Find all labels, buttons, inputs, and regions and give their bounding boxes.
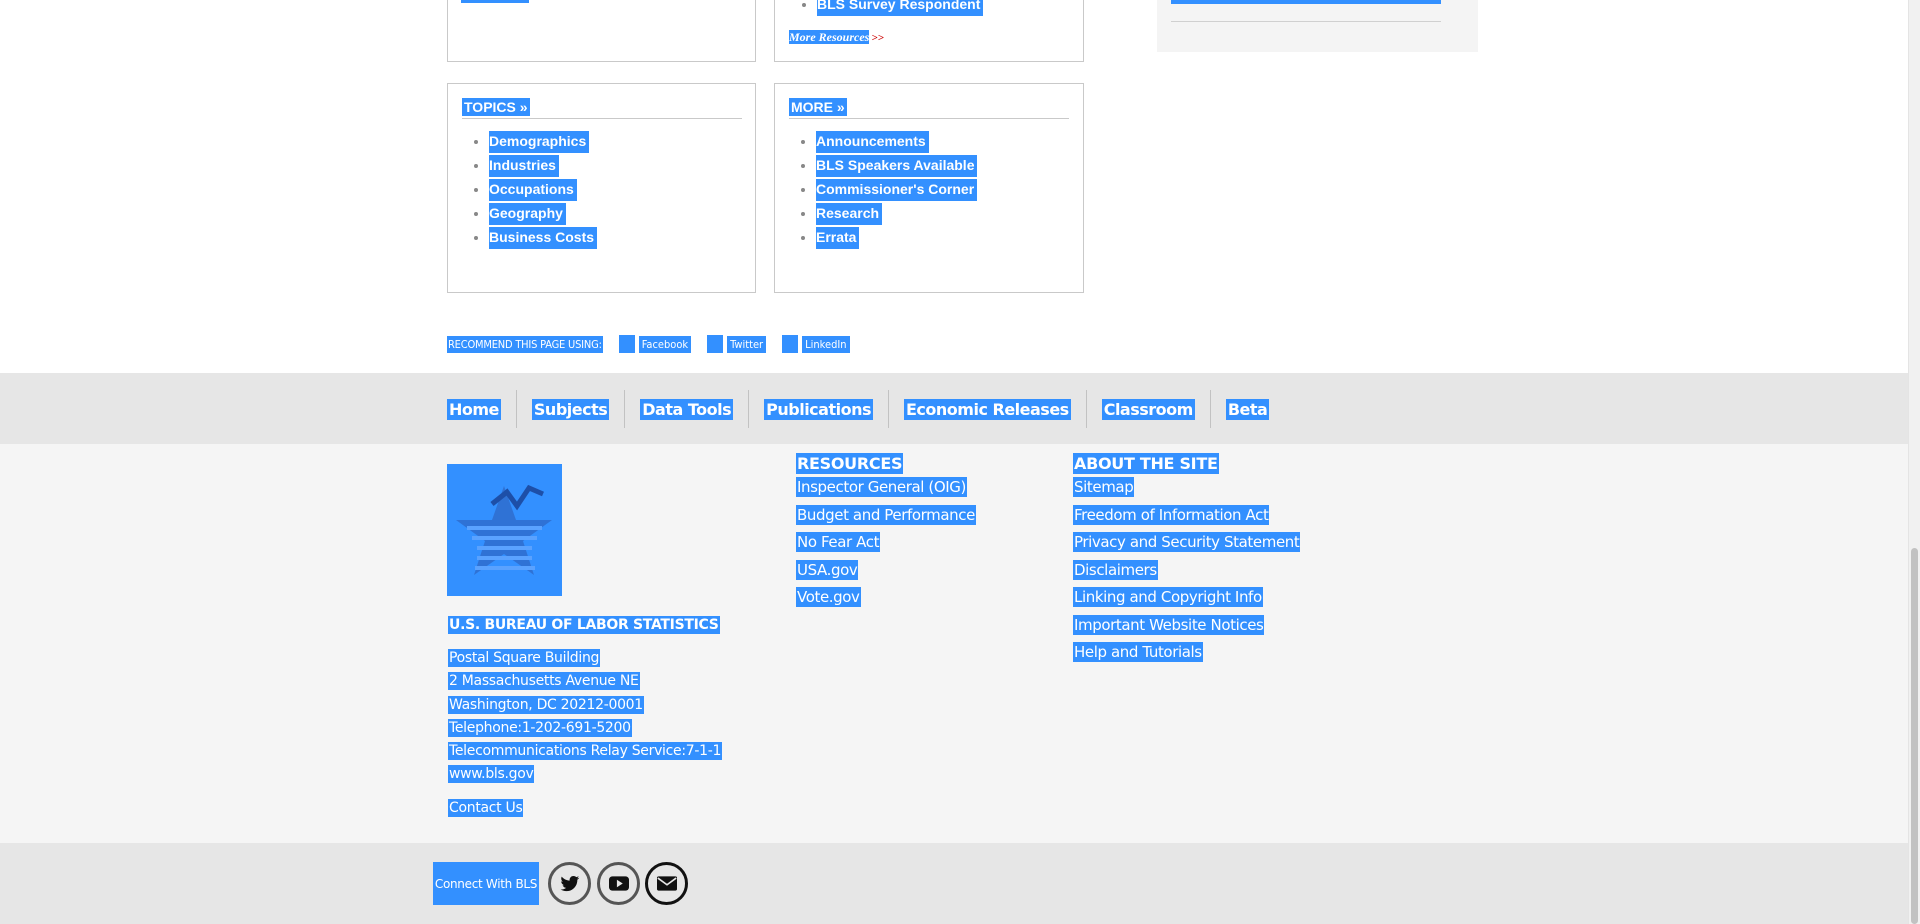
nav-item-data-tools[interactable]: Data Tools: [625, 390, 750, 428]
address-line: Washington, DC 20212-0001: [448, 696, 644, 714]
list-item[interactable]: BLS Survey Respondent: [817, 0, 984, 18]
selected-link-fragment[interactable]: [461, 0, 529, 3]
resource-link[interactable]: No Fear Act: [796, 532, 976, 560]
about-link[interactable]: Linking and Copyright Info: [1073, 587, 1300, 615]
more-link-item[interactable]: Commissioner's Corner: [816, 179, 978, 203]
resource-link[interactable]: Budget and Performance: [796, 504, 976, 533]
nav-item-economic-releases[interactable]: Economic Releases: [889, 390, 1087, 428]
connect-twitter[interactable]: [548, 862, 591, 905]
more-link-item[interactable]: Research: [816, 203, 977, 227]
resource-link[interactable]: USA.gov: [796, 559, 976, 588]
linkedin-icon: [782, 335, 799, 353]
connect-email[interactable]: [645, 862, 688, 905]
share-twitter[interactable]: Twitter: [707, 335, 767, 353]
address-line: 2 Massachusetts Avenue NE: [448, 672, 640, 690]
nav-item-beta[interactable]: Beta: [1211, 390, 1285, 428]
about-link[interactable]: Privacy and Security Statement: [1073, 532, 1301, 560]
recommend-label: RECOMMEND THIS PAGE USING:: [447, 335, 603, 353]
contact-us-link[interactable]: Contact Us: [448, 799, 524, 817]
connect-youtube[interactable]: [597, 862, 640, 905]
share-facebook[interactable]: Facebook: [618, 335, 692, 353]
about-link[interactable]: Help and Tutorials: [1073, 642, 1300, 670]
topic-link[interactable]: Industries: [489, 155, 597, 179]
more-link-item[interactable]: Announcements: [816, 131, 977, 155]
nav-item-home[interactable]: Home: [447, 390, 517, 428]
org-name: U.S. BUREAU OF LABOR STATISTICS: [448, 616, 720, 634]
topics-divider: [462, 118, 742, 119]
about-links: Sitemap Freedom of Information Act Privacy…: [1073, 477, 1301, 670]
footer-nav: Home Subjects Data Tools Publications Econom…: [447, 390, 1284, 428]
more-resources-link[interactable]: More Resources >>: [789, 30, 884, 45]
scrollbar-thumb[interactable]: [1911, 548, 1918, 924]
topic-link[interactable]: Business Costs: [489, 227, 598, 251]
bls-logo[interactable]: [447, 464, 562, 596]
twitter-icon: [560, 875, 579, 891]
about-link[interactable]: Sitemap: [1073, 477, 1300, 505]
more-box: MORE » AnnouncementsBLS Speakers Availab…: [774, 83, 1084, 293]
more-divider: [789, 118, 1069, 119]
more-title[interactable]: MORE »: [789, 98, 847, 116]
website-link[interactable]: www.bls.gov: [448, 765, 535, 783]
sidebar-selected-bar[interactable]: [1171, 0, 1441, 4]
email-icon: [656, 876, 677, 891]
resources-links: Inspector General (OIG) Budget and Perfor…: [796, 477, 976, 615]
more-list: AnnouncementsBLS Speakers AvailableCommi…: [816, 131, 978, 251]
sidebar-divider: [1171, 21, 1441, 22]
resource-link[interactable]: Inspector General (OIG): [796, 477, 976, 505]
resources-box-middle: BLS Survey Respondent More Resources>>: [774, 0, 1084, 62]
relay-service: Telecommunications Relay Service:7-1-1: [448, 742, 723, 760]
nav-item-publications[interactable]: Publications: [749, 390, 889, 428]
connect-with-bls-button[interactable]: Connect With BLS: [433, 862, 539, 905]
topics-list: DemographicsIndustriesOccupationsGeograp…: [489, 131, 598, 251]
page-scrollbar[interactable]: [1908, 0, 1920, 924]
recommend-row: RECOMMEND THIS PAGE USING: Facebook Twit…: [447, 334, 850, 354]
nav-item-classroom[interactable]: Classroom: [1087, 390, 1211, 428]
address-line: Postal Square Building: [448, 649, 601, 667]
nav-item-subjects[interactable]: Subjects: [517, 390, 626, 428]
topics-title[interactable]: TOPICS »: [462, 98, 530, 116]
youtube-icon: [608, 876, 629, 891]
resource-link[interactable]: Vote.gov: [796, 587, 976, 615]
topic-link[interactable]: Geography: [489, 203, 597, 227]
right-sidebar-panel: [1157, 0, 1478, 52]
about-heading: ABOUT THE SITE: [1073, 453, 1219, 474]
resources-list: BLS Survey Respondent: [817, 0, 984, 18]
topic-link[interactable]: Demographics: [489, 131, 597, 155]
about-link[interactable]: Disclaimers: [1073, 559, 1300, 588]
telephone: Telephone:1-202-691-5200: [448, 719, 632, 737]
topics-box: TOPICS » DemographicsIndustriesOccupatio…: [447, 83, 756, 293]
more-arrow: >>: [871, 32, 884, 44]
resources-heading: RESOURCES: [796, 453, 904, 474]
topic-link[interactable]: Occupations: [489, 179, 597, 203]
facebook-icon: [618, 335, 635, 353]
more-link-item[interactable]: Errata: [816, 227, 977, 251]
share-linkedin[interactable]: LinkedIn: [782, 335, 850, 353]
connect-band: [0, 843, 1908, 924]
about-link[interactable]: Freedom of Information Act: [1073, 504, 1300, 533]
resources-box-left: [447, 0, 756, 62]
more-link-item[interactable]: BLS Speakers Available: [816, 155, 978, 179]
twitter-icon: [707, 335, 724, 353]
bls-star-logo-icon: [456, 484, 552, 575]
about-link[interactable]: Important Website Notices: [1073, 614, 1300, 643]
